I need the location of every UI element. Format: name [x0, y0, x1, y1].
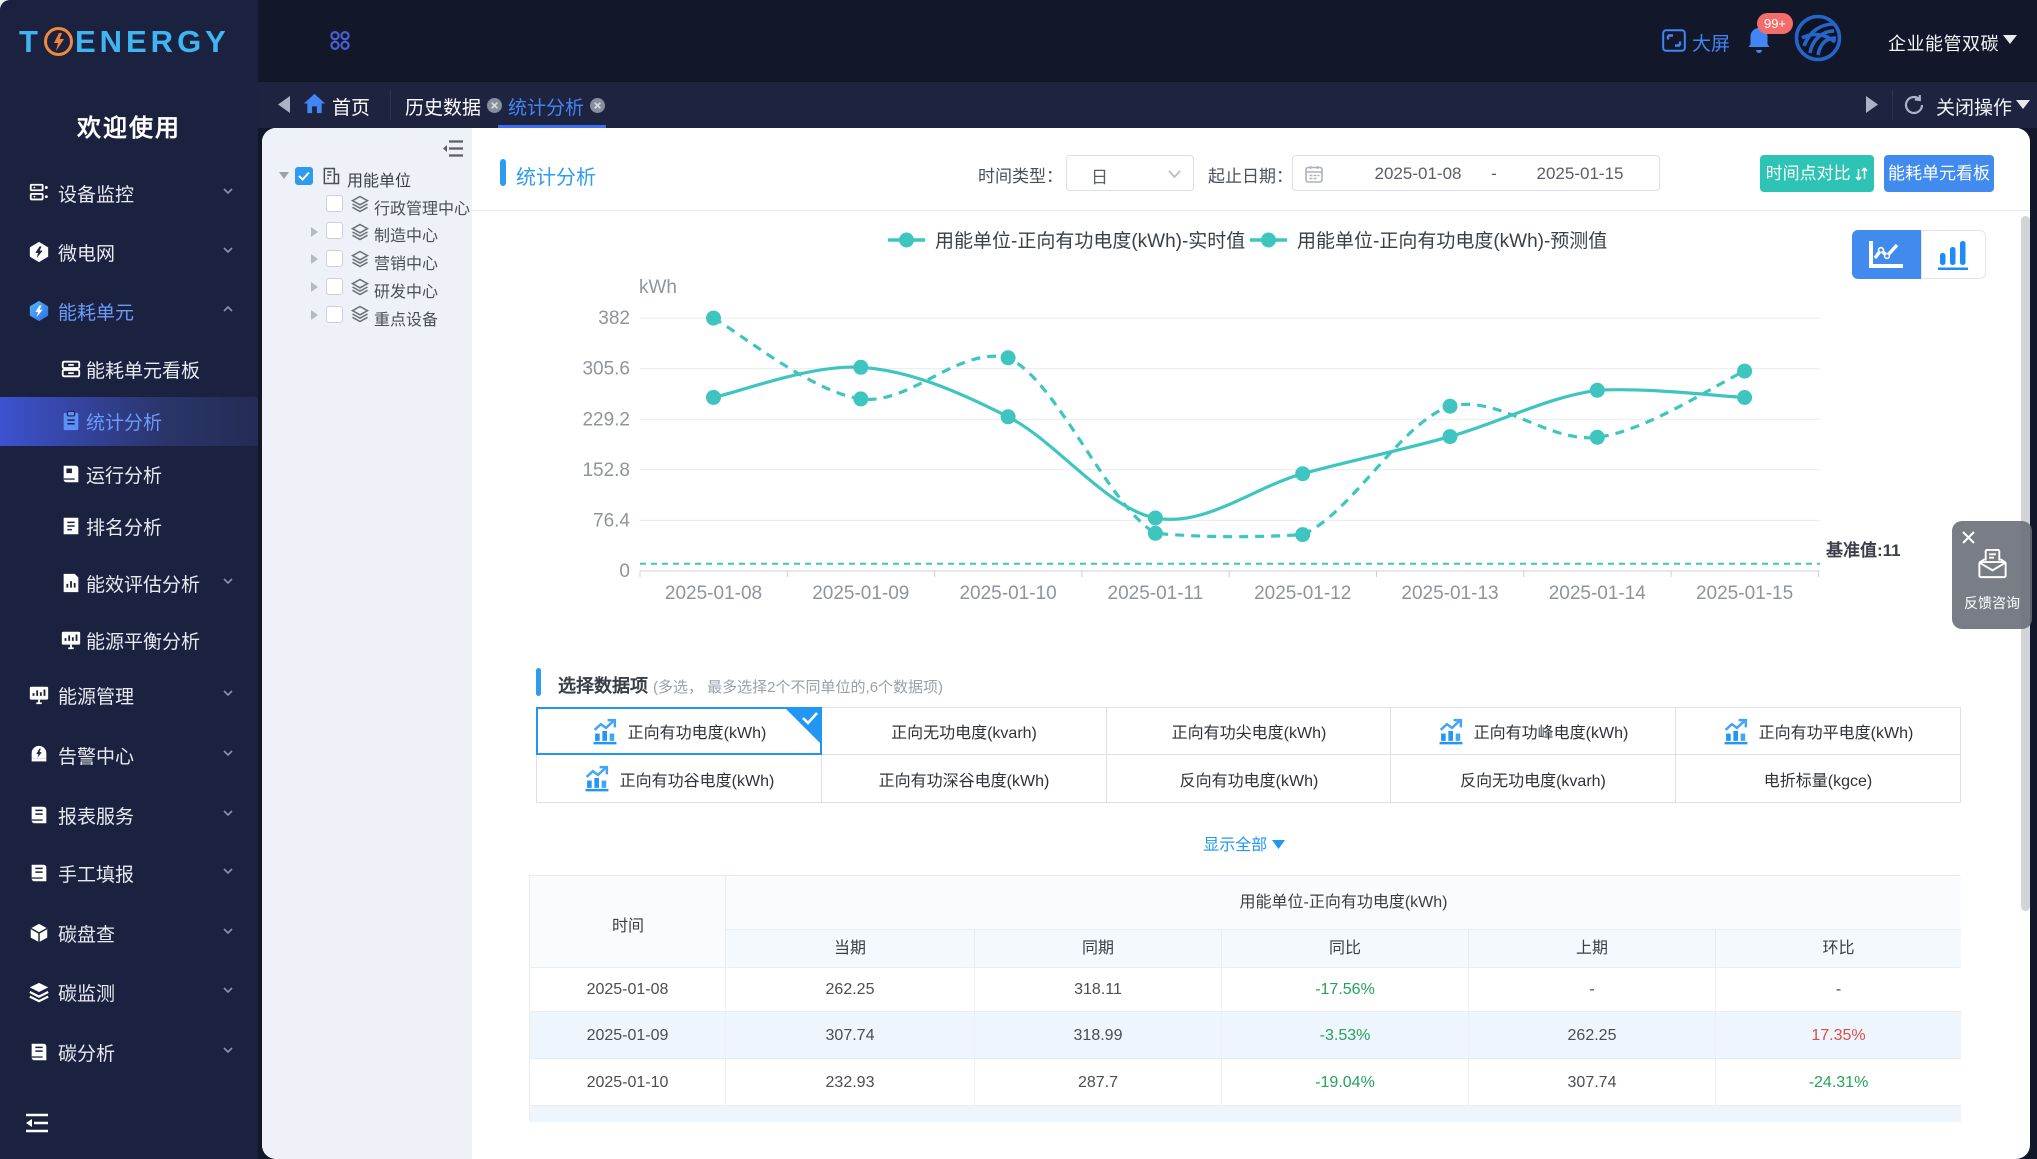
svg-text:382: 382 [598, 308, 630, 329]
svg-text:0: 0 [619, 561, 630, 582]
svg-text:基准值:11: 基准值:11 [1825, 540, 1901, 560]
svg-text:2025-01-15: 2025-01-15 [1696, 583, 1793, 604]
svg-text:2025-01-11: 2025-01-11 [1108, 583, 1204, 604]
svg-text:2025-01-13: 2025-01-13 [1401, 583, 1498, 604]
svg-text:305.6: 305.6 [582, 359, 630, 380]
svg-text:用能单位-正向有功电度(kWh)-预测值: 用能单位-正向有功电度(kWh)-预测值 [1297, 230, 1607, 252]
svg-text:2025-01-10: 2025-01-10 [959, 583, 1056, 604]
svg-text:2025-01-12: 2025-01-12 [1254, 583, 1351, 604]
svg-text:kWh: kWh [639, 277, 677, 298]
svg-text:2025-01-08: 2025-01-08 [665, 583, 762, 604]
svg-text:2025-01-14: 2025-01-14 [1549, 583, 1647, 604]
svg-text:229.2: 229.2 [582, 409, 630, 430]
svg-text:用能单位-正向有功电度(kWh)-实时值: 用能单位-正向有功电度(kWh)-实时值 [935, 230, 1245, 252]
svg-text:152.8: 152.8 [582, 460, 630, 481]
svg-text:76.4: 76.4 [593, 510, 630, 531]
svg-text:2025-01-09: 2025-01-09 [812, 583, 909, 604]
